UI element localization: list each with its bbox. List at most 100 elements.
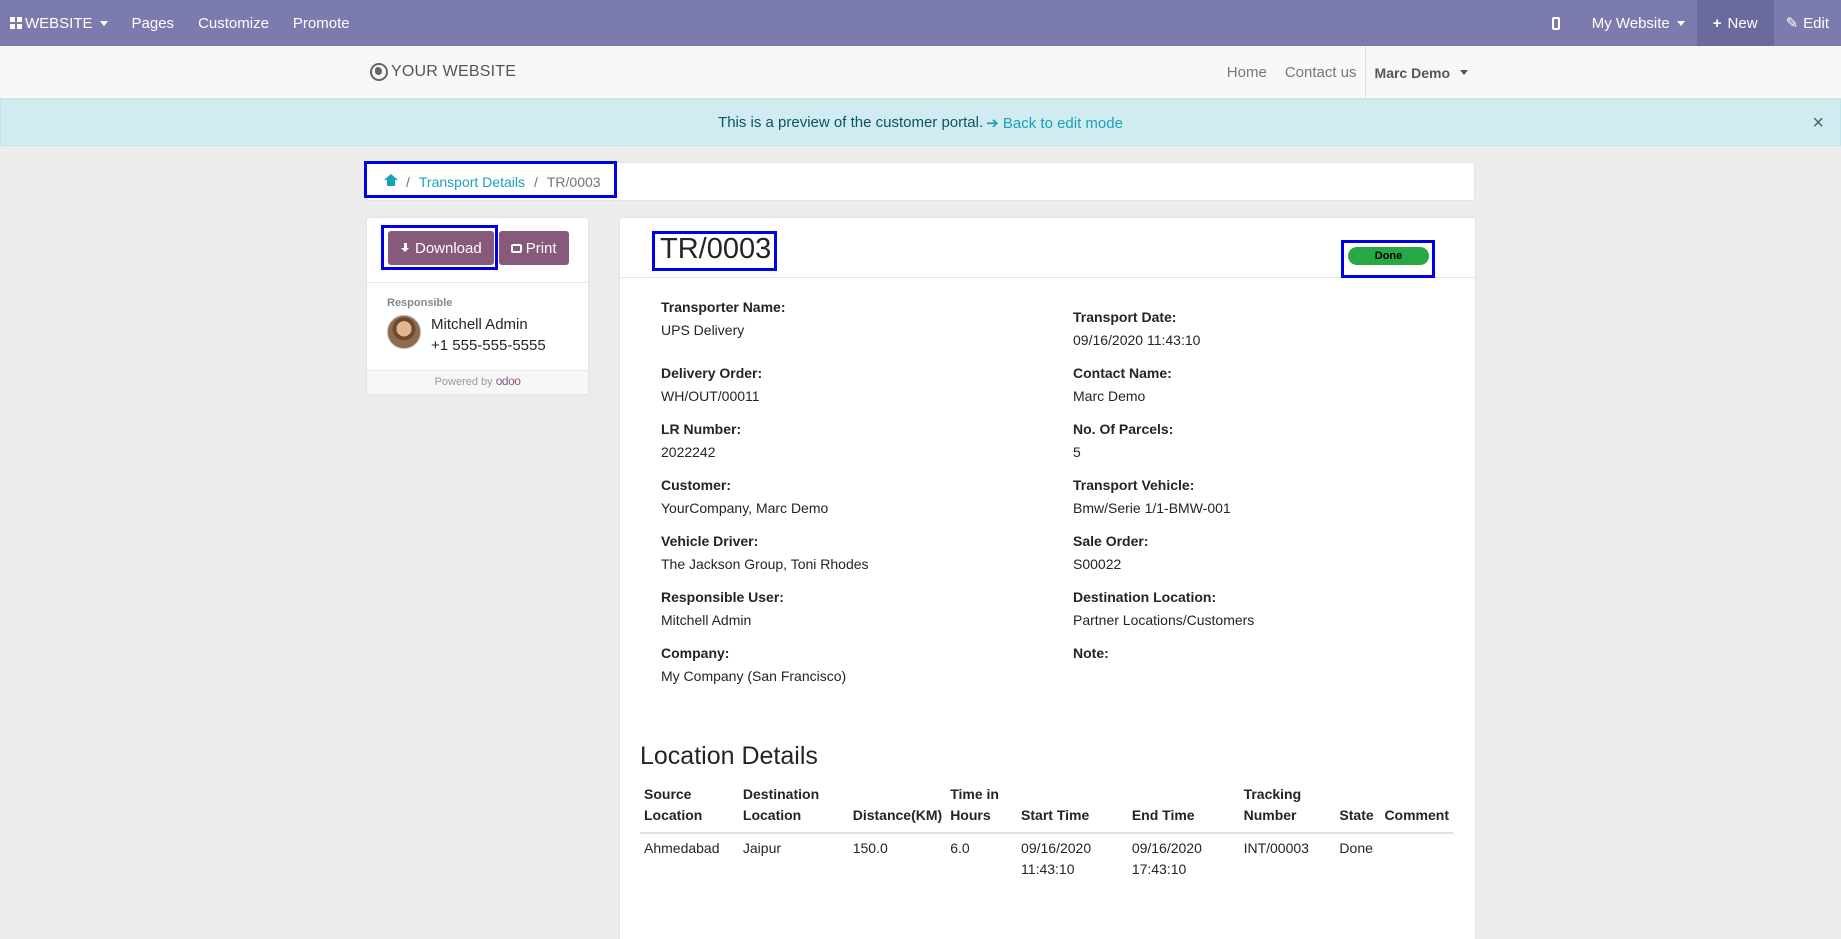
field-contact-name: Contact Name: Marc Demo [1073, 365, 1172, 404]
field-responsible-user: Responsible User: Mitchell Admin [661, 589, 784, 628]
field-transport-date: Transport Date: 09/16/2020 11:43:10 [1073, 309, 1200, 348]
globe-icon [370, 63, 388, 81]
breadcrumb: / Transport Details / TR/0003 [369, 163, 609, 200]
field-value: WH/OUT/00011 [661, 388, 760, 404]
customize-menu[interactable]: Customize [186, 0, 281, 46]
mobile-icon [1551, 16, 1560, 30]
column-header: State [1335, 784, 1381, 834]
field-no-of-parcels: No. Of Parcels: 5 [1073, 421, 1173, 460]
table-cell: 09/16/2020 17:43:10 [1131, 840, 1202, 877]
field-label: Responsible User: [661, 589, 784, 605]
action-buttons: Download Print [388, 231, 569, 265]
field-customer: Customer: YourCompany, Marc Demo [661, 477, 828, 516]
field-label: Sale Order: [1073, 533, 1149, 549]
table-cell [1380, 833, 1453, 884]
field-lr-number: LR Number: 2022242 [661, 421, 741, 460]
field-label: LR Number: [661, 421, 742, 437]
chevron-down-icon [99, 20, 108, 26]
breadcrumb-transport-details[interactable]: Transport Details [419, 174, 525, 190]
chevron-down-icon [1676, 20, 1685, 26]
user-menu[interactable]: Marc Demo [1364, 46, 1468, 99]
breadcrumb-current: TR/0003 [546, 173, 601, 190]
field-label: Destination Location: [1073, 589, 1217, 605]
field-note: Note: [1073, 645, 1109, 668]
powered-by[interactable]: Powered by odoo [367, 374, 588, 388]
table-cell: 150.0 [852, 840, 888, 856]
table-cell: Done [1339, 840, 1373, 856]
location-details-table: Source Location Destination Location Dis… [640, 784, 1453, 884]
field-value: The Jackson Group, Toni Rhodes [661, 556, 869, 572]
field-destination-location: Destination Location: Partner Locations/… [1073, 589, 1254, 628]
admin-top-bar: WEBSITE Pages Customize Promote My Websi… [0, 0, 1841, 46]
pages-menu[interactable]: Pages [120, 0, 187, 46]
field-label: Customer: [661, 477, 732, 493]
apps-grid-icon [10, 17, 22, 29]
site-header: YOUR WEBSITE Home Contact us Marc Demo [0, 46, 1841, 99]
print-button-label: Print [525, 239, 557, 257]
field-label: No. Of Parcels: [1073, 421, 1174, 437]
home-icon[interactable] [384, 174, 398, 187]
field-label: Transport Date: [1073, 309, 1177, 325]
chevron-down-icon [1460, 70, 1468, 75]
website-switcher[interactable]: My Website [1580, 0, 1697, 46]
field-value: Mitchell Admin [661, 612, 752, 628]
field-label: Transport Vehicle: [1073, 477, 1195, 493]
responsible-phone: +1 555-555-5555 [431, 337, 546, 354]
edit-button[interactable]: ✎ Edit [1774, 0, 1841, 46]
preview-alert: This is a preview of the customer portal… [0, 99, 1841, 146]
column-header: Comment [1380, 784, 1453, 834]
mobile-preview-button[interactable] [1532, 0, 1580, 46]
field-label: Company: [661, 645, 730, 661]
field-sale-order: Sale Order: S00022 [1073, 533, 1148, 572]
column-header: Destination Location [738, 784, 849, 834]
field-vehicle-driver: Vehicle Driver: The Jackson Group, Toni … [661, 533, 869, 572]
status-badge: Done [1348, 247, 1429, 265]
breadcrumb-bar: / Transport Details / TR/0003 [366, 162, 1475, 201]
user-menu-label: Marc Demo [1374, 64, 1450, 81]
field-label: Delivery Order: [661, 365, 763, 381]
field-label: Transporter Name: [661, 299, 786, 315]
nav-home-link[interactable]: Home [1218, 64, 1276, 81]
table-cell: 6.0 [950, 840, 970, 856]
pencil-icon: ✎ [1785, 15, 1799, 32]
column-header: End Time [1127, 784, 1240, 834]
arrow-right-icon: ➔ [986, 114, 999, 132]
breadcrumb-separator: / [533, 173, 538, 190]
download-icon [400, 242, 411, 254]
divider [620, 277, 1475, 278]
field-value: Marc Demo [1073, 388, 1146, 404]
field-label: Note: [1073, 645, 1109, 661]
table-header-row: Source Location Destination Location Dis… [640, 784, 1453, 834]
back-to-edit-label: Back to edit mode [1002, 114, 1123, 132]
print-button[interactable]: Print [498, 231, 569, 265]
field-value: 5 [1073, 444, 1081, 460]
column-header: Time in Hours [946, 784, 1018, 834]
field-label: Contact Name: [1073, 365, 1172, 381]
divider [367, 370, 588, 371]
apps-menu[interactable]: WEBSITE [0, 0, 120, 46]
responsible-label: Responsible [387, 297, 453, 309]
site-logo[interactable]: YOUR WEBSITE [370, 63, 516, 81]
back-to-edit-link[interactable]: ➔ Back to edit mode [986, 114, 1123, 132]
field-company: Company: My Company (San Francisco) [661, 645, 846, 684]
document-title: TR/0003 [660, 233, 772, 265]
table-cell: Ahmedabad [644, 840, 720, 856]
sidebar-card: Download Print Responsible Mitchell Admi… [366, 217, 589, 395]
new-button-label: New [1727, 14, 1758, 32]
transport-detail-card: TR/0003 Done Transporter Name: UPS Deliv… [619, 217, 1476, 939]
promote-menu[interactable]: Promote [281, 0, 362, 46]
field-value: UPS Delivery [661, 322, 745, 338]
close-icon[interactable]: × [1812, 112, 1824, 135]
table-cell: Jaipur [742, 840, 782, 856]
field-value: Bmw/Serie 1/1-BMW-001 [1073, 500, 1231, 516]
nav-contact-link[interactable]: Contact us [1276, 64, 1365, 81]
download-button[interactable]: Download [388, 231, 494, 265]
edit-button-label: Edit [1803, 14, 1829, 32]
download-button-label: Download [415, 239, 482, 257]
field-transport-vehicle: Transport Vehicle: Bmw/Serie 1/1-BMW-001 [1073, 477, 1231, 516]
new-button[interactable]: + New [1696, 0, 1774, 46]
column-header: Distance(KM) [848, 784, 947, 834]
apps-menu-label: WEBSITE [25, 14, 93, 32]
plus-icon: + [1712, 14, 1722, 32]
avatar [387, 315, 421, 349]
